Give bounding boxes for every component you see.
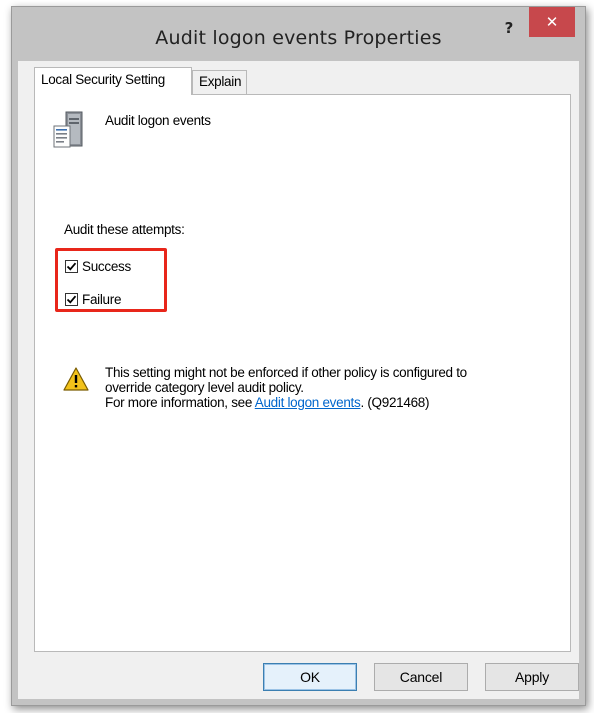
warning-line-3: For more information, see Audit logon ev… [105, 395, 555, 410]
close-icon: ✕ [545, 13, 559, 31]
policy-computer-icon [52, 110, 86, 150]
success-checkbox[interactable] [65, 260, 78, 273]
more-info-prefix: For more information, see [105, 395, 255, 410]
failure-option[interactable]: Failure [65, 292, 121, 307]
tab-explain[interactable]: Explain [192, 70, 247, 94]
warning-message: This setting might not be enforced if ot… [105, 365, 555, 410]
apply-button[interactable]: Apply [485, 663, 579, 691]
success-label[interactable]: Success [82, 259, 131, 274]
dialog-body: Local Security Setting Explain Audit log… [18, 61, 579, 699]
kb-reference: . (Q921468) [360, 395, 430, 410]
policy-name: Audit logon events [105, 113, 211, 128]
failure-label[interactable]: Failure [82, 292, 121, 307]
checkmark-icon [66, 262, 77, 271]
audit-attempts-label: Audit these attempts: [64, 222, 185, 237]
failure-checkbox[interactable] [65, 293, 78, 306]
audit-logon-events-link[interactable]: Audit logon events [255, 395, 361, 410]
properties-dialog: Audit logon events Properties ? ✕ Local … [11, 6, 586, 706]
success-option[interactable]: Success [65, 259, 131, 274]
tab-local-security-setting[interactable]: Local Security Setting [34, 67, 192, 95]
cancel-button[interactable]: Cancel [374, 663, 468, 691]
ok-button[interactable]: OK [263, 663, 357, 691]
checkmark-icon [66, 295, 77, 304]
warning-line-2: override category level audit policy. [105, 380, 304, 395]
close-button[interactable]: ✕ [529, 7, 575, 37]
title-bar[interactable]: Audit logon events Properties ? ✕ [12, 7, 585, 61]
warning-icon [63, 367, 89, 391]
help-button[interactable]: ? [496, 17, 522, 39]
tab-panel: Audit logon events Audit these attempts:… [34, 94, 571, 652]
warning-line-1: This setting might not be enforced if ot… [105, 365, 467, 380]
